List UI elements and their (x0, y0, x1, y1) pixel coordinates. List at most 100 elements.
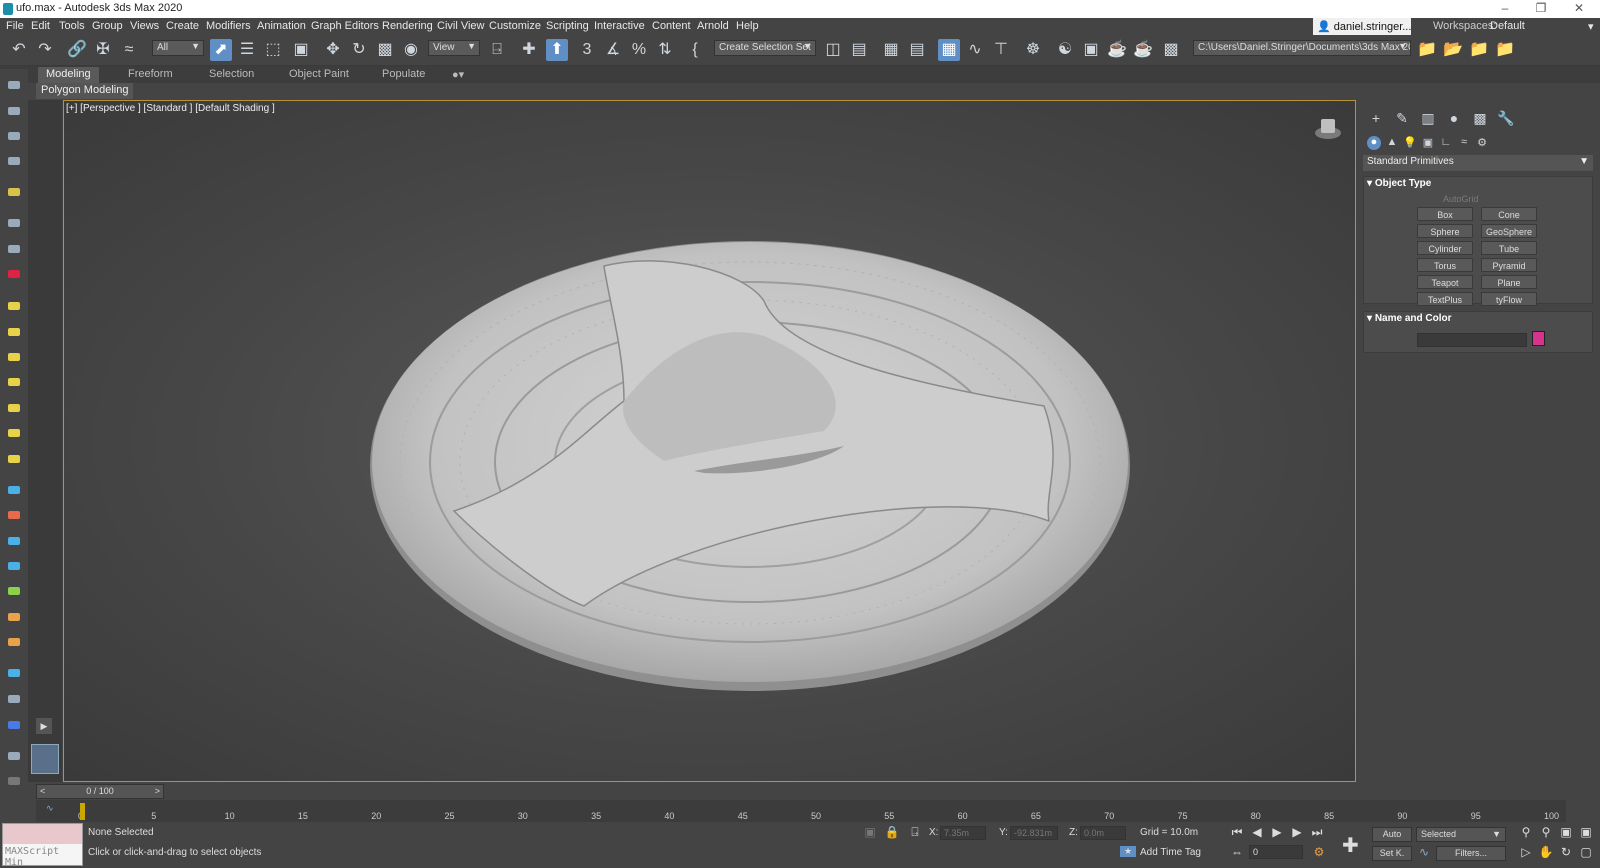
time-slider[interactable]: < 0 / 100 > (36, 784, 164, 799)
cone-button[interactable]: Cone (1481, 207, 1537, 221)
layout-thumbnail[interactable] (31, 744, 59, 774)
goto-start-icon[interactable]: ⏮ (1229, 825, 1245, 840)
tool-icon[interactable] (8, 219, 20, 227)
workspaces-dropdown[interactable]: Default (1490, 20, 1525, 32)
tube-button[interactable]: Tube (1481, 241, 1537, 255)
rect-selection-icon[interactable]: ⬚ (262, 39, 284, 61)
mirror-icon[interactable]: ◫ (822, 39, 844, 61)
set-key-button[interactable]: Set K. (1372, 846, 1412, 861)
tool-icon[interactable] (8, 245, 20, 253)
menu-views[interactable]: Views (130, 20, 159, 32)
tool-icon[interactable] (8, 613, 20, 621)
transform-mode-icon[interactable]: ⍈ (907, 825, 923, 840)
teapot-button[interactable]: Teapot (1417, 275, 1473, 289)
expand-layout-icon[interactable]: ▶ (36, 718, 52, 734)
curve-editor-icon[interactable]: ∿ (964, 39, 986, 61)
torus-button[interactable]: Torus (1417, 258, 1473, 272)
box-button[interactable]: Box (1417, 207, 1473, 221)
render-production-icon[interactable]: ☕ (1106, 39, 1128, 61)
tool-icon[interactable] (8, 429, 20, 437)
align-icon[interactable]: ▤ (848, 39, 870, 61)
lights-icon[interactable]: 💡 (1403, 136, 1417, 150)
cylinder-button[interactable]: Cylinder (1417, 241, 1473, 255)
menu-file[interactable]: File (6, 20, 24, 32)
z-coord-field[interactable]: 0.0m (1080, 826, 1126, 840)
create-tab-icon[interactable]: + (1367, 110, 1385, 128)
menu-help[interactable]: Help (736, 20, 759, 32)
maximize-viewport-icon[interactable]: ▢ (1578, 845, 1594, 859)
tool-icon[interactable] (8, 132, 20, 140)
field-of-view-icon[interactable]: ▷ (1518, 845, 1534, 859)
selection-set-dropdown[interactable]: Create Selection Set ▼ (714, 40, 816, 56)
cameras-icon[interactable]: ▣ (1421, 136, 1435, 150)
menu-group[interactable]: Group (92, 20, 123, 32)
minimize-button[interactable]: – (1490, 1, 1520, 15)
menu-graph-editors[interactable]: Graph Editors (311, 20, 379, 32)
play-icon[interactable]: ▶ (1269, 825, 1285, 839)
zoom-extents-all-icon[interactable]: ▣ (1578, 825, 1594, 839)
select-object-icon[interactable]: ⬈ (210, 39, 232, 61)
menu-customize[interactable]: Customize (489, 20, 541, 32)
prev-frame-icon[interactable]: < (40, 785, 45, 798)
current-frame-field[interactable]: 0 (1249, 845, 1303, 859)
object-color-swatch[interactable] (1532, 331, 1545, 346)
tool-icon[interactable] (8, 562, 20, 570)
redo-icon[interactable]: ↷ (34, 39, 56, 61)
hierarchy-tab-icon[interactable]: ▥ (1419, 110, 1437, 128)
geosphere-button[interactable]: GeoSphere (1481, 224, 1537, 238)
modify-tab-icon[interactable]: ✎ (1393, 110, 1411, 128)
project-folder-icon[interactable]: 📁 (1416, 39, 1438, 61)
tool-icon[interactable] (8, 302, 20, 310)
lock-selection-icon[interactable]: 🔒 (884, 825, 900, 839)
menu-civil-view[interactable]: Civil View (437, 20, 484, 32)
tool-icon[interactable] (8, 328, 20, 336)
tool-icon[interactable] (8, 107, 20, 115)
select-manipulate-icon[interactable]: ✚ (518, 39, 540, 61)
tool-icon[interactable] (8, 188, 20, 196)
zoom-icon[interactable]: ⚲ (1518, 825, 1534, 839)
menu-arnold[interactable]: Arnold (697, 20, 729, 32)
restore-button[interactable]: ❐ (1526, 1, 1556, 15)
close-button[interactable]: ✕ (1564, 1, 1594, 15)
bind-spacewarp-icon[interactable]: ≈ (118, 39, 140, 61)
pivot-center-icon[interactable]: ⍈ (486, 39, 508, 61)
polygon-modeling-panel[interactable]: Polygon Modeling (36, 83, 134, 99)
selection-filter-dropdown[interactable]: All ▼ (152, 40, 204, 56)
tool-icon[interactable] (8, 404, 20, 412)
schematic-view-icon[interactable]: ⊤ (990, 39, 1012, 61)
pan-icon[interactable]: ✋ (1538, 845, 1554, 859)
x-coord-field[interactable]: 7.35m (940, 826, 986, 840)
tool-icon[interactable] (8, 777, 20, 785)
time-config-icon[interactable]: ⚙ (1311, 845, 1327, 859)
pyramid-button[interactable]: Pyramid (1481, 258, 1537, 272)
y-coord-field[interactable]: -92.831m (1010, 826, 1058, 840)
sphere-button[interactable]: Sphere (1417, 224, 1473, 238)
zoom-extents-icon[interactable]: ▣ (1558, 825, 1574, 839)
key-mode-icon[interactable]: ⇔ (1229, 845, 1245, 859)
select-by-name-icon[interactable]: ☰ (236, 39, 258, 61)
orbit-icon[interactable]: ↻ (1558, 845, 1574, 859)
spacewarps-icon[interactable]: ≈ (1457, 136, 1471, 150)
project-tools-icon[interactable]: 📁 (1494, 39, 1516, 61)
add-time-tag[interactable]: Add Time Tag (1140, 847, 1201, 858)
helpers-icon[interactable]: ∟ (1439, 136, 1453, 150)
isolate-icon[interactable]: ▣ (862, 825, 878, 839)
scale-icon[interactable]: ▩ (374, 39, 396, 61)
auto-key-button[interactable]: Auto (1372, 827, 1412, 842)
tool-icon[interactable] (8, 378, 20, 386)
display-tab-icon[interactable]: ▩ (1471, 110, 1489, 128)
geometry-icon[interactable]: ● (1367, 136, 1381, 150)
menu-tools[interactable]: Tools (59, 20, 85, 32)
tool-icon[interactable] (8, 157, 20, 165)
current-frame-marker[interactable] (80, 803, 85, 820)
maxscript-input[interactable] (3, 824, 82, 844)
name-color-header[interactable]: ▾ Name and Color (1363, 312, 1593, 328)
project-path-dropdown[interactable]: C:\Users\Daniel.Stringer\Documents\3ds M… (1193, 40, 1411, 56)
primitive-type-dropdown[interactable]: Standard Primitives ▼ (1363, 155, 1593, 171)
menu-scripting[interactable]: Scripting (546, 20, 589, 32)
object-type-header[interactable]: ▾ Object Type (1363, 177, 1593, 193)
render-setup-icon[interactable]: ☯ (1054, 39, 1076, 61)
set-key-plus-icon[interactable]: ✚ (1342, 833, 1359, 858)
viewport-label[interactable]: [+] [Perspective ] [Standard ] [Default … (66, 103, 275, 114)
menu-modifiers[interactable]: Modifiers (206, 20, 251, 32)
